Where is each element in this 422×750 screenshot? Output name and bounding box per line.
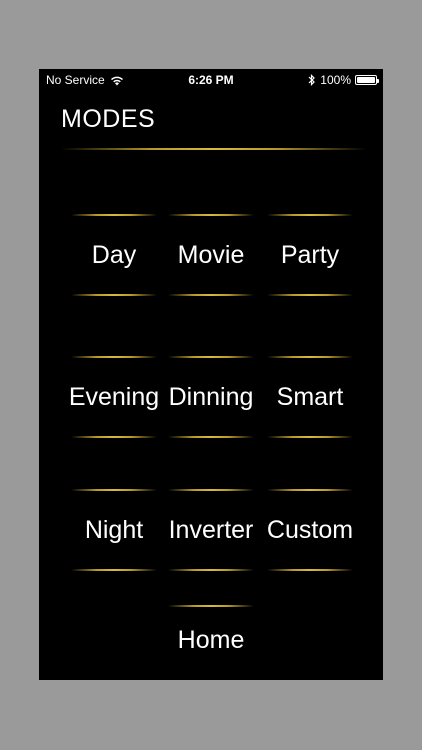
mode-day-button[interactable]: Day: [65, 214, 163, 296]
mode-movie-button[interactable]: Movie: [162, 214, 260, 296]
divider: [71, 214, 157, 216]
page-title: MODES: [61, 105, 156, 133]
mode-smart-button[interactable]: Smart: [261, 356, 359, 438]
divider: [71, 294, 157, 296]
divider: [267, 569, 353, 571]
mode-evening-button[interactable]: Evening: [65, 356, 163, 438]
mode-label: Evening: [68, 382, 160, 411]
divider: [267, 436, 353, 438]
mode-night-button[interactable]: Night: [65, 489, 163, 571]
mode-label: Dinning: [168, 382, 254, 411]
mode-dinning-button[interactable]: Dinning: [162, 356, 260, 438]
divider: [71, 356, 157, 358]
divider: [267, 356, 353, 358]
app-screen: No Service 6:26 PM 100% MODES Day Movie: [39, 69, 383, 680]
divider: [168, 294, 254, 296]
mode-label: Smart: [276, 382, 344, 411]
title-divider: [61, 148, 367, 150]
mode-label: Inverter: [168, 515, 254, 544]
mode-party-button[interactable]: Party: [261, 214, 359, 296]
divider: [267, 214, 353, 216]
divider: [168, 605, 254, 607]
divider: [267, 489, 353, 491]
battery-percent: 100%: [320, 73, 351, 87]
divider: [168, 489, 254, 491]
mode-inverter-button[interactable]: Inverter: [162, 489, 260, 571]
divider: [168, 569, 254, 571]
home-button[interactable]: Home: [162, 605, 260, 675]
divider: [168, 356, 254, 358]
mode-label: Day: [91, 240, 137, 269]
divider: [267, 294, 353, 296]
mode-label: Custom: [266, 515, 354, 544]
battery-fill: [357, 77, 375, 83]
mode-label: Party: [280, 240, 340, 269]
mode-custom-button[interactable]: Custom: [261, 489, 359, 571]
divider: [71, 489, 157, 491]
divider: [71, 569, 157, 571]
battery-icon: [355, 75, 379, 85]
home-label: Home: [177, 625, 245, 654]
bluetooth-icon: [308, 74, 316, 86]
divider: [168, 436, 254, 438]
mode-label: Night: [84, 515, 144, 544]
divider: [168, 214, 254, 216]
status-bar: No Service 6:26 PM 100%: [39, 69, 383, 91]
divider: [71, 436, 157, 438]
mode-label: Movie: [177, 240, 245, 269]
